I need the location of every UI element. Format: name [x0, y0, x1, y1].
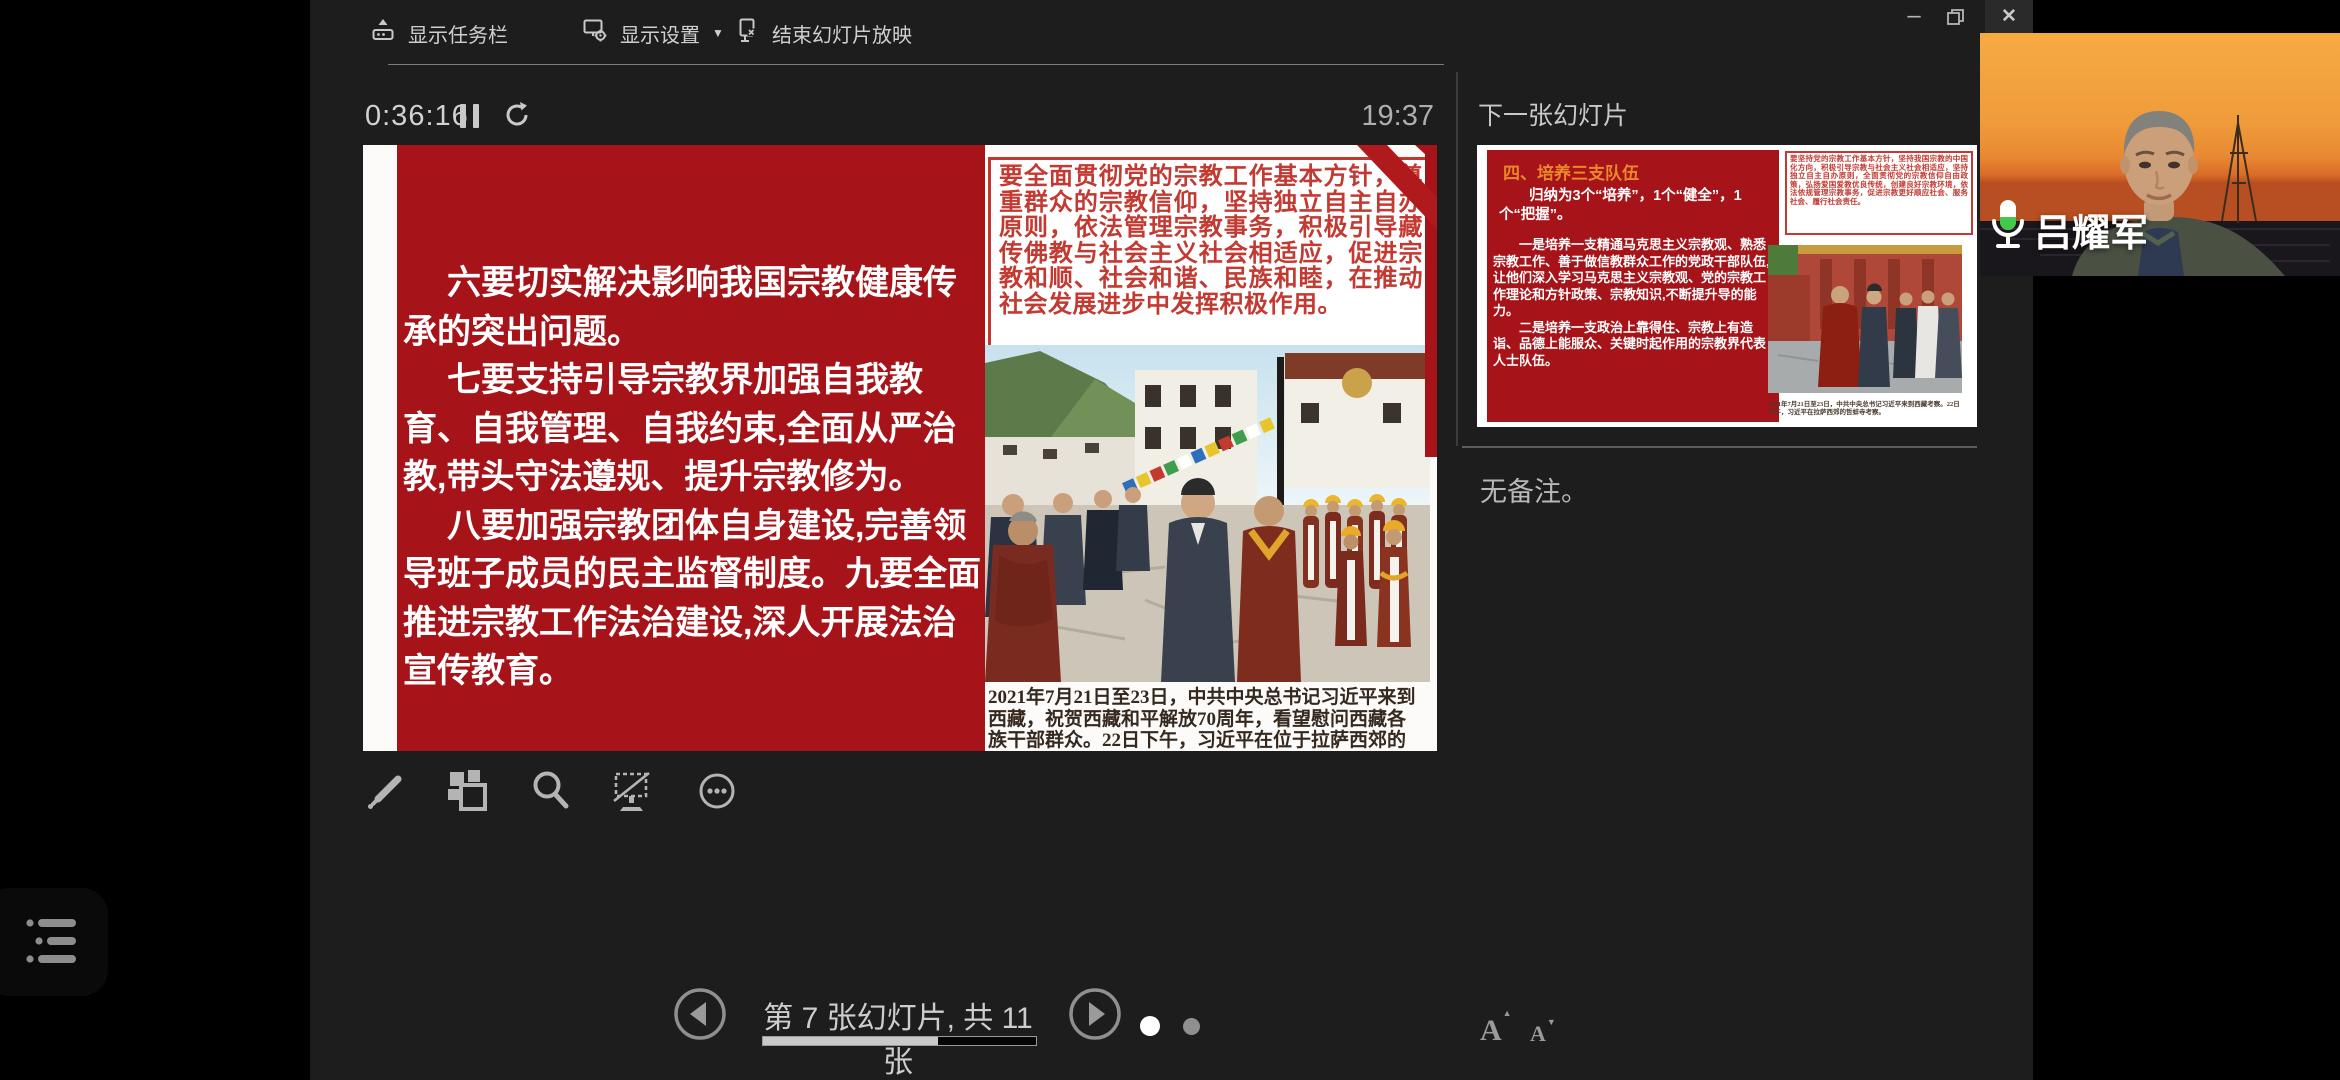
- next-slide-header: 下一张幻灯片: [1478, 96, 1628, 132]
- slide-progress-fill: [763, 1037, 938, 1045]
- thumbnail-intro: 归纳为3个“培养”，1个“健全”，1个“把握”。: [1499, 187, 1767, 225]
- restart-icon: [502, 117, 532, 134]
- next-slide-thumbnail[interactable]: 四、培养三支队伍 归纳为3个“培养”，1个“健全”，1个“把握”。 一是培养一支…: [1477, 145, 1977, 427]
- slideshow-progress-bar: [762, 1036, 1037, 1046]
- notes-divider: [1462, 446, 1977, 448]
- panel-divider: [1456, 72, 1458, 446]
- thumbnail-caption: 2021年7月21日至23日，中共中央总书记习近平来到西藏考察。22日下午，习近…: [1768, 401, 1964, 417]
- display-settings-button[interactable]: 显示设置 ▼: [582, 13, 724, 53]
- triangle-up-icon: ▲: [1503, 1008, 1512, 1018]
- display-settings-icon: [582, 17, 608, 49]
- thumbnail-photo: [1768, 245, 1962, 398]
- show-taskbar-label: 显示任务栏: [408, 19, 508, 48]
- chevron-down-icon: ▼: [712, 26, 724, 40]
- participant-name: 吕耀军: [2034, 202, 2148, 257]
- screen-slash-icon: [610, 801, 656, 818]
- screen: 显示任务栏 显示设置 ▼ 结束幻灯片放映 – ✕ 0:36:16 19:37: [0, 0, 2340, 1080]
- current-time: 19:37: [1330, 100, 1434, 133]
- pen-icon: [363, 801, 409, 818]
- participant-name-tag: 吕耀军: [1990, 198, 2148, 260]
- end-slideshow-icon: [734, 17, 760, 49]
- pagination-dot[interactable]: [1183, 1018, 1200, 1035]
- slide-body-text: 六要切实解决影响我国宗教健康传承的突出问题。 七要支持引导宗教界加强自我教育、自…: [403, 259, 983, 696]
- minimize-button[interactable]: –: [1895, 4, 1933, 32]
- magnifier-icon: [528, 801, 574, 818]
- thumbnail-title: 四、培养三支队伍: [1503, 159, 1639, 184]
- black-screen-button[interactable]: [610, 768, 656, 814]
- ellipsis-icon: [694, 801, 740, 818]
- pagination-dot-active[interactable]: [1140, 1016, 1160, 1036]
- font-decrease-button[interactable]: A▼: [1530, 1017, 1556, 1047]
- restart-timer-button[interactable]: [502, 100, 532, 130]
- notes-text: 无备注。: [1480, 470, 1588, 509]
- pen-tool-button[interactable]: [363, 768, 409, 814]
- triangle-down-icon: ▼: [1547, 1017, 1556, 1027]
- end-slideshow-label: 结束幻灯片放映: [772, 19, 912, 48]
- next-slide-button[interactable]: [1068, 987, 1122, 1041]
- slide-photo-caption: 2021年7月21日至23日，中共中央总书记习近平来到西藏，祝贺西藏和平解放70…: [988, 687, 1418, 751]
- maximize-button[interactable]: [1946, 8, 1966, 26]
- see-all-slides-button[interactable]: [444, 768, 490, 814]
- thumbnail-body-text: 一是培养一支精通马克思主义宗教观、熟悉宗教工作、善于做信教群众工作的党政干部队伍…: [1493, 237, 1773, 369]
- current-slide[interactable]: 六要切实解决影响我国宗教健康传承的突出问题。 七要支持引导宗教界加强自我教育、自…: [363, 145, 1437, 751]
- restore-icon: [1946, 13, 1966, 30]
- pause-icon: [460, 104, 466, 128]
- pause-timer-button[interactable]: [460, 104, 486, 128]
- show-taskbar-button[interactable]: 显示任务栏: [370, 13, 508, 53]
- show-taskbar-icon: [370, 17, 396, 49]
- arrow-right-icon: [1068, 1028, 1122, 1045]
- close-button[interactable]: ✕: [1985, 0, 2033, 33]
- minimize-icon: –: [1907, 2, 1920, 29]
- zoom-slide-button[interactable]: [528, 768, 574, 814]
- thumbnail-quote-box: 要坚持党的宗教工作基本方针，坚持我国宗教的中国化方向，积极引导宗教与社会主义社会…: [1785, 151, 1973, 235]
- toolbar-divider: [388, 64, 1444, 65]
- elapsed-timer: 0:36:16: [365, 100, 469, 133]
- more-options-button[interactable]: [694, 768, 740, 814]
- previous-slide-button[interactable]: [673, 987, 727, 1041]
- arrow-left-icon: [673, 1028, 727, 1045]
- font-increase-button[interactable]: A▲: [1480, 1008, 1512, 1048]
- agenda-button[interactable]: [0, 888, 108, 996]
- display-settings-label: 显示设置: [620, 19, 700, 48]
- end-slideshow-button[interactable]: 结束幻灯片放映: [734, 13, 912, 53]
- mic-icon: [1990, 198, 2026, 260]
- slide-grid-icon: [444, 801, 490, 818]
- slide-corner-decoration: [1357, 145, 1437, 462]
- close-icon: ✕: [2001, 5, 2017, 28]
- webcam-video: 吕耀军: [1980, 33, 2340, 276]
